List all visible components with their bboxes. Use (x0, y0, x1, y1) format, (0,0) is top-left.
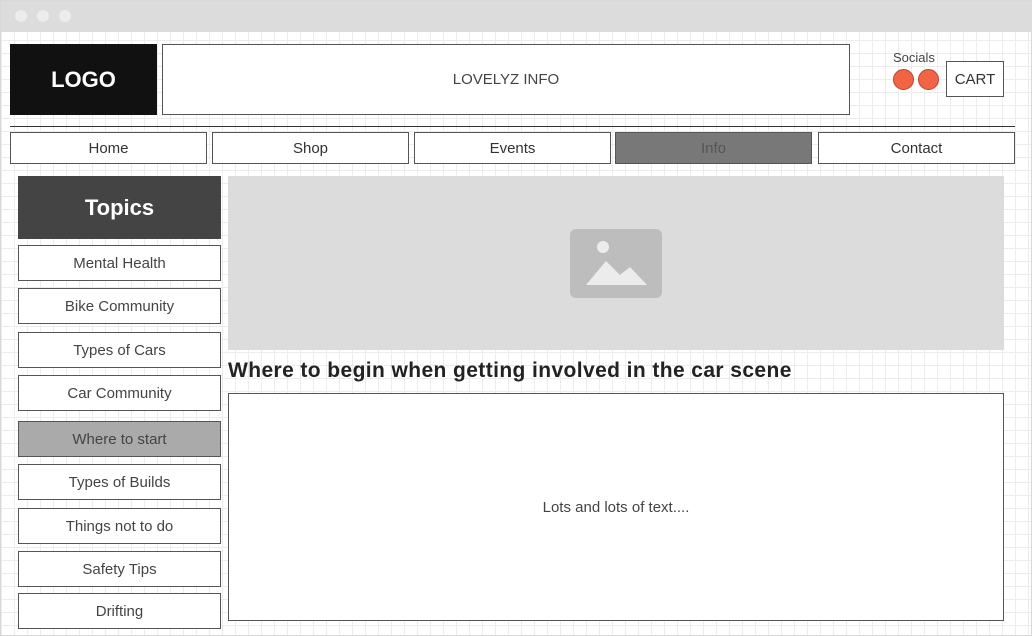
article-body-text: Lots and lots of text.... (542, 498, 690, 516)
window-minimize-dot[interactable] (37, 10, 49, 22)
social-icon[interactable] (893, 69, 914, 90)
socials-label: Socials (893, 50, 935, 65)
nav-contact[interactable]: Contact (818, 132, 1015, 164)
social-icon[interactable] (918, 69, 939, 90)
header-divider (10, 126, 1015, 127)
article-body: Lots and lots of text.... (228, 393, 1004, 621)
topic-safety-tips[interactable]: Safety Tips (18, 551, 221, 587)
topics-heading: Topics (18, 176, 221, 239)
topic-where-to-start[interactable]: Where to start (18, 421, 221, 457)
nav-shop[interactable]: Shop (212, 132, 409, 164)
topic-mental-health[interactable]: Mental Health (18, 245, 221, 281)
site-logo[interactable]: LOGO (10, 44, 157, 115)
window-maximize-dot[interactable] (59, 10, 71, 22)
nav-events[interactable]: Events (414, 132, 611, 164)
image-placeholder-icon (570, 228, 662, 298)
nav-home[interactable]: Home (10, 132, 207, 164)
browser-window: LOGO LOVELYZ INFO Socials CART Home Shop… (0, 0, 1032, 636)
topic-things-not-to-do[interactable]: Things not to do (18, 508, 221, 544)
topic-bike-community[interactable]: Bike Community (18, 288, 221, 324)
window-close-dot[interactable] (15, 10, 27, 22)
topic-types-of-cars[interactable]: Types of Cars (18, 332, 221, 368)
article-heading: Where to begin when getting involved in … (228, 359, 792, 382)
cart-button[interactable]: CART (946, 61, 1004, 97)
site-title: LOVELYZ INFO (162, 44, 850, 115)
topic-types-of-builds[interactable]: Types of Builds (18, 464, 221, 500)
window-titlebar (1, 1, 1032, 32)
topic-car-community[interactable]: Car Community (18, 375, 221, 411)
hero-image-placeholder (228, 176, 1004, 350)
topic-drifting[interactable]: Drifting (18, 593, 221, 629)
nav-info[interactable]: Info (615, 132, 812, 164)
